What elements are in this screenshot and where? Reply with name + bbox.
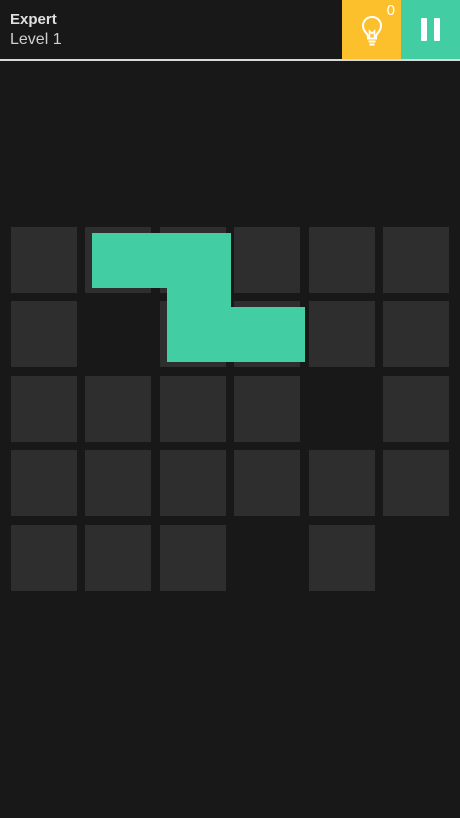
board-cell[interactable] [383,376,449,442]
board-cell[interactable] [160,450,226,516]
top-bar: Expert Level 1 0 [0,0,460,61]
board-cell[interactable] [11,450,77,516]
board-cell[interactable] [234,227,300,293]
board-cell[interactable] [85,525,151,591]
board-cell[interactable] [309,525,375,591]
board-cell[interactable] [234,450,300,516]
board-cell[interactable] [85,376,151,442]
board-cell[interactable] [383,301,449,367]
board-cell[interactable] [309,450,375,516]
board-cell[interactable] [160,525,226,591]
hint-button[interactable]: 0 [342,0,401,59]
board-cell[interactable] [85,450,151,516]
board-cell[interactable] [11,376,77,442]
level-info: Expert Level 1 [10,11,62,51]
level-label: Level 1 [10,31,62,48]
lightbulb-icon [359,14,385,53]
pause-icon [421,18,441,41]
pause-bar-left [421,18,427,41]
board-cell[interactable] [11,525,77,591]
board-cell[interactable] [160,376,226,442]
pause-button[interactable] [401,0,460,59]
board-cell[interactable] [309,227,375,293]
game-board [0,0,460,818]
pause-bar-right [434,18,440,41]
puzzle-piece-segment[interactable] [167,233,231,362]
hint-count: 0 [386,2,395,19]
board-cell[interactable] [11,301,77,367]
difficulty-label: Expert [10,11,57,28]
board-cell[interactable] [383,450,449,516]
board-cell[interactable] [383,227,449,293]
board-cell[interactable] [11,227,77,293]
board-cell[interactable] [309,301,375,367]
board-cell[interactable] [234,376,300,442]
